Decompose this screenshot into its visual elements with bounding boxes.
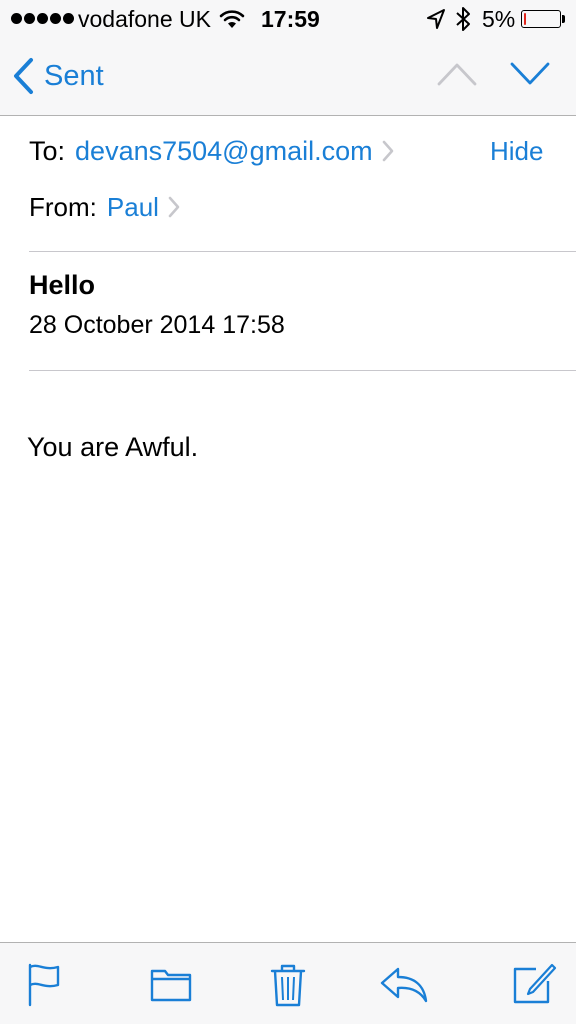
carrier-name: vodafone UK xyxy=(78,6,211,32)
hide-details-button[interactable]: Hide xyxy=(490,134,543,168)
header-divider xyxy=(29,251,576,252)
signal-strength-icon xyxy=(11,13,74,24)
battery-percent: 5% xyxy=(482,6,516,32)
bluetooth-icon xyxy=(456,7,470,31)
battery-nub xyxy=(562,15,565,23)
location-arrow-icon xyxy=(427,9,445,29)
to-label: To: xyxy=(29,135,66,166)
wifi-icon xyxy=(219,10,245,28)
chevron-left-icon xyxy=(14,58,33,94)
battery-level xyxy=(524,13,526,25)
previous-message-chevron-up-icon[interactable] xyxy=(436,58,478,88)
back-button-label: Sent xyxy=(44,60,104,92)
compose-icon[interactable] xyxy=(510,961,558,1007)
recipient-row: To: devans7504@gmail.com xyxy=(29,134,395,168)
subject-divider xyxy=(29,370,576,371)
sender-row: From: Paul xyxy=(29,190,181,224)
message-subject: Hello xyxy=(29,270,96,300)
from-label: From: xyxy=(29,191,97,222)
navigation-bar: Sent xyxy=(0,38,576,116)
message-body: You are Awful. xyxy=(27,432,199,462)
flag-icon[interactable] xyxy=(24,961,64,1007)
chevron-right-icon xyxy=(382,140,393,162)
bottom-toolbar xyxy=(0,942,576,1024)
chevron-right-icon xyxy=(168,196,180,218)
status-bar: vodafone UK 17:59 5% xyxy=(0,0,576,38)
recipient-address[interactable]: devans7504@gmail.com xyxy=(75,136,373,167)
status-time: 17:59 xyxy=(261,6,320,32)
trash-icon[interactable] xyxy=(268,961,308,1009)
folder-icon[interactable] xyxy=(149,961,193,1007)
battery-icon xyxy=(521,10,561,28)
reply-icon[interactable] xyxy=(378,961,430,1007)
message-date: 28 October 2014 17:58 xyxy=(29,311,285,339)
sender-name[interactable]: Paul xyxy=(107,192,159,223)
next-message-chevron-down-icon[interactable] xyxy=(509,58,551,88)
back-button[interactable]: Sent xyxy=(12,56,104,96)
